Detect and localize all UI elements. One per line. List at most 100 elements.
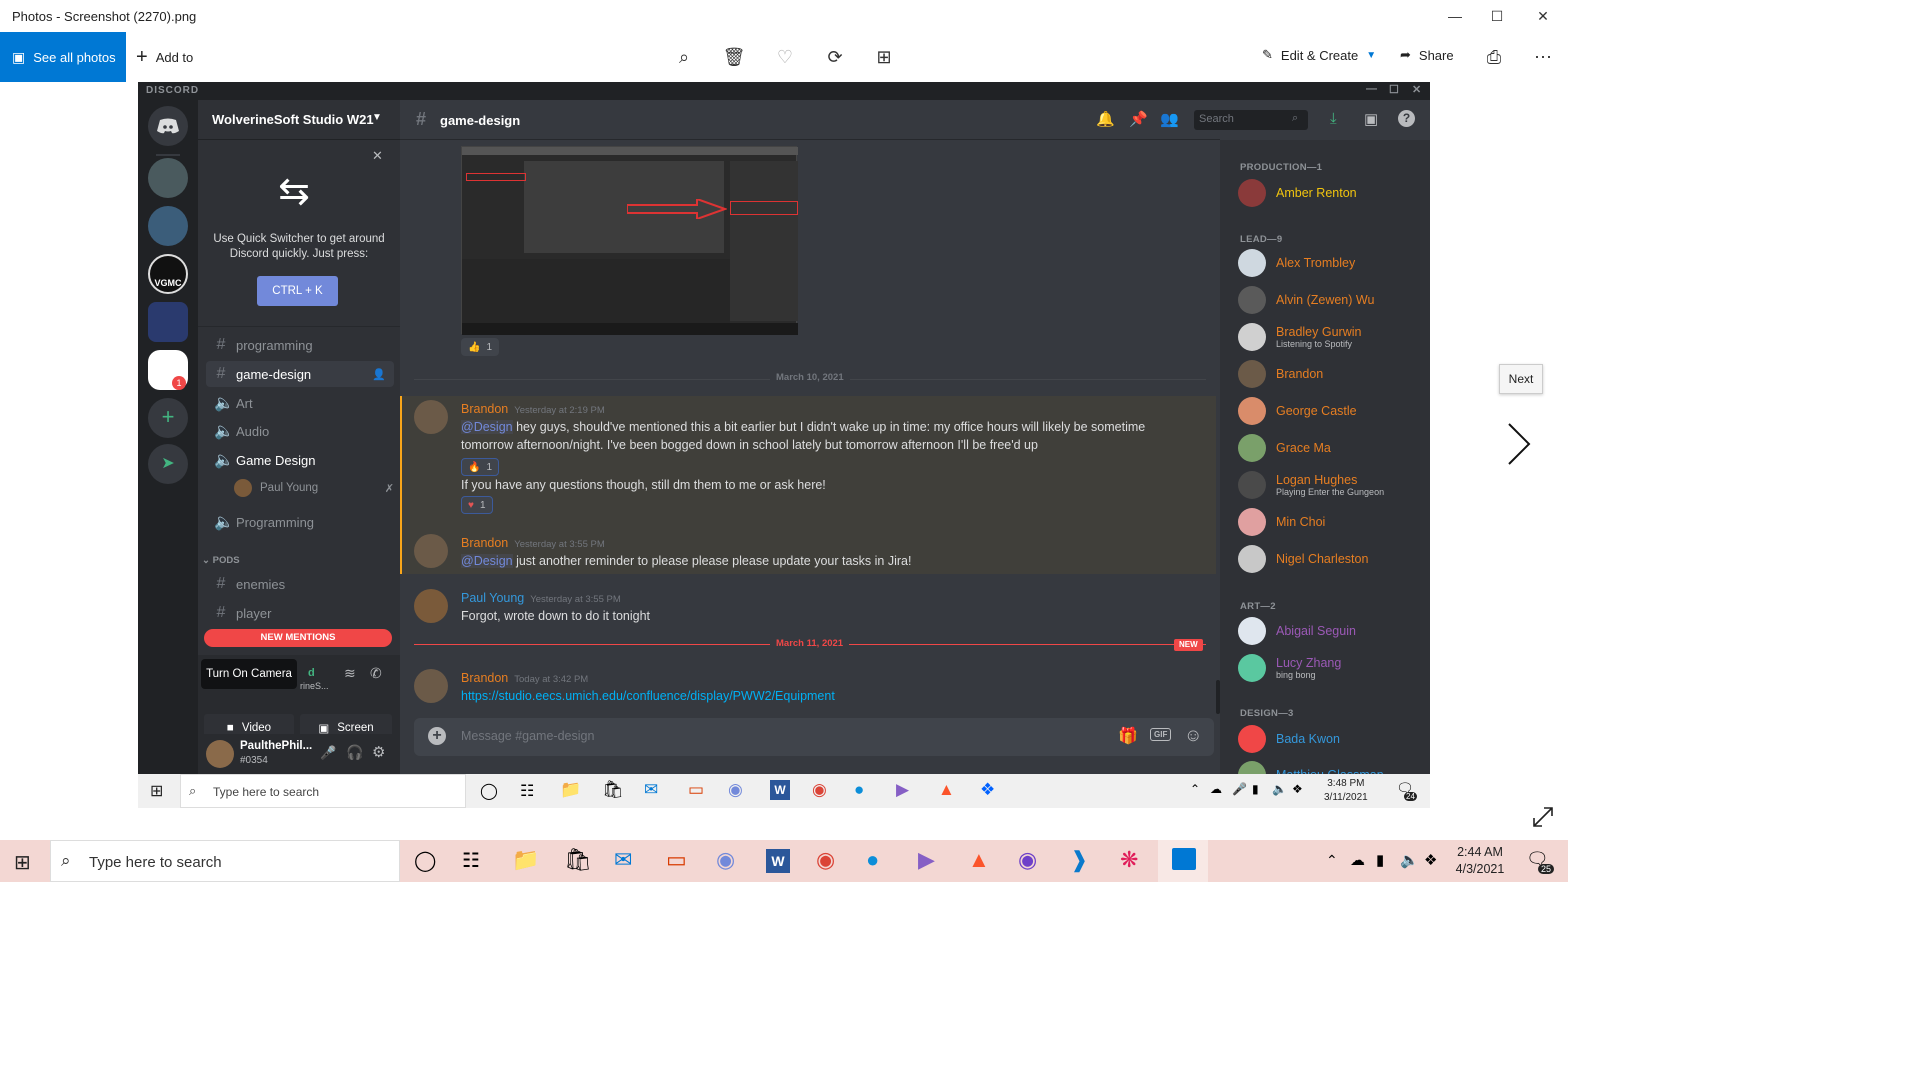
- word-icon[interactable]: W: [770, 780, 790, 800]
- share-button[interactable]: ➦ Share: [1400, 47, 1454, 63]
- edit-create-button[interactable]: ✎ Edit & Create ▼: [1262, 47, 1376, 63]
- word-icon[interactable]: W: [766, 849, 790, 873]
- taskbar-clock[interactable]: 2:44 AM 4/3/2021: [1452, 844, 1508, 878]
- task-view-icon[interactable]: ☷: [520, 781, 534, 801]
- server-icon-ws[interactable]: [148, 302, 188, 342]
- mail-icon[interactable]: ✉: [614, 847, 632, 873]
- store-icon[interactable]: 🛍: [564, 847, 592, 873]
- member-bada-kwon[interactable]: Bada Kwon: [1238, 722, 1340, 756]
- disconnect-icon[interactable]: ✆: [370, 665, 382, 682]
- minimize-button[interactable]: —: [1432, 4, 1478, 28]
- member-george-castle[interactable]: George Castle: [1238, 394, 1357, 428]
- gift-icon[interactable]: 🎁: [1118, 726, 1138, 746]
- close-button[interactable]: ✕: [1520, 4, 1566, 28]
- github-icon[interactable]: ◉: [1018, 847, 1037, 873]
- channel-audio[interactable]: 🔈 Audio: [206, 418, 394, 444]
- avatar[interactable]: [414, 400, 448, 434]
- avatar[interactable]: [414, 534, 448, 568]
- file-explorer-icon[interactable]: 📁: [560, 780, 581, 800]
- reaction-thumbs-up[interactable]: 👍 1: [461, 338, 500, 356]
- avatar[interactable]: [414, 589, 448, 623]
- discord-home-icon[interactable]: [148, 106, 188, 146]
- dropbox-tray-icon[interactable]: ❖: [1292, 782, 1303, 796]
- rotate-icon[interactable]: ⟳: [822, 44, 848, 70]
- message-author[interactable]: Brandon: [461, 536, 508, 550]
- category-pods[interactable]: ⌄ PODS: [202, 555, 240, 566]
- emoji-icon[interactable]: ☺: [1184, 725, 1202, 746]
- brave-icon[interactable]: ▲: [968, 847, 990, 873]
- shortcut-button[interactable]: CTRL + K: [257, 276, 338, 306]
- member-nigel-charleston[interactable]: Nigel Charleston: [1238, 542, 1368, 576]
- reaction-heart[interactable]: ♥ 1: [461, 496, 493, 514]
- store-icon[interactable]: 🛍: [602, 780, 624, 800]
- avatar[interactable]: [206, 740, 234, 768]
- minimize-icon[interactable]: —: [1366, 83, 1378, 95]
- member-alvin-wu[interactable]: Alvin (Zewen) Wu: [1238, 283, 1374, 317]
- reaction-fire[interactable]: 🔥 1: [461, 458, 500, 476]
- taskbar-search-box[interactable]: ⌕ Type here to search: [180, 774, 466, 808]
- inbox-icon[interactable]: ▣: [1364, 110, 1378, 128]
- chevron-up-icon[interactable]: ⌃: [1326, 852, 1338, 869]
- mic-icon[interactable]: 🎤: [1232, 782, 1247, 796]
- edge-icon[interactable]: ●: [854, 780, 864, 800]
- member-logan-hughes[interactable]: Logan Hughes Playing Enter the Gungeon: [1238, 468, 1384, 502]
- battery-icon[interactable]: ▮: [1252, 782, 1259, 796]
- print-icon[interactable]: ⎙: [1481, 44, 1507, 70]
- next-arrow-icon[interactable]: [1506, 422, 1532, 466]
- taskbar-clock[interactable]: 3:48 PM 3/11/2021: [1324, 777, 1368, 805]
- server-icon-1[interactable]: [148, 158, 188, 198]
- server-header[interactable]: WolverineSoft Studio W21 ▼: [198, 100, 400, 140]
- server-icon-vgmc[interactable]: VGMC: [148, 254, 188, 294]
- channel-art[interactable]: 🔈 Art: [206, 390, 394, 416]
- office-icon[interactable]: ▭: [666, 847, 687, 873]
- chrome-icon[interactable]: ◉: [812, 780, 827, 800]
- message-author[interactable]: Brandon: [461, 402, 508, 416]
- edge-icon[interactable]: ●: [866, 847, 879, 873]
- channel-game-design-voice[interactable]: 🔈 Game Design: [206, 447, 394, 473]
- windows-start-icon[interactable]: ⊞: [150, 781, 163, 801]
- slack-icon[interactable]: ❋: [1120, 847, 1138, 873]
- discord-taskbar-icon[interactable]: ◉: [728, 780, 743, 800]
- chrome-icon[interactable]: ◉: [816, 847, 835, 873]
- channel-programming[interactable]: # programming: [206, 332, 394, 358]
- zoom-in-icon[interactable]: ⌕: [671, 44, 697, 70]
- mention-design[interactable]: @Design: [461, 420, 513, 434]
- voice-user-paul-young[interactable]: Paul Young ✗: [234, 476, 394, 500]
- maximize-button[interactable]: ☐: [1474, 4, 1520, 28]
- photos-app-taskbar-button[interactable]: [1158, 840, 1208, 882]
- server-icon-2[interactable]: [148, 206, 188, 246]
- fullscreen-icon[interactable]: [1532, 806, 1554, 828]
- file-explorer-icon[interactable]: 📁: [512, 847, 539, 873]
- attached-image[interactable]: [461, 146, 798, 335]
- cortana-icon[interactable]: ◯: [480, 781, 498, 801]
- help-icon[interactable]: ?: [1398, 110, 1415, 127]
- visual-studio-icon[interactable]: ▶: [918, 847, 935, 873]
- crop-icon[interactable]: ⊞: [871, 44, 897, 70]
- gif-icon[interactable]: GIF: [1150, 728, 1172, 741]
- search-input[interactable]: Search ⌕: [1194, 110, 1308, 130]
- noise-suppression-icon[interactable]: ≋: [344, 665, 356, 682]
- headphones-icon[interactable]: 🎧: [346, 744, 363, 761]
- visual-studio-icon[interactable]: ▶: [896, 780, 909, 800]
- bell-icon[interactable]: 🔔: [1096, 110, 1115, 128]
- message-input-box[interactable]: + Message #game-design 🎁 GIF ☺: [414, 718, 1214, 756]
- member-lucy-zhang[interactable]: Lucy Zhang bing bong: [1238, 651, 1341, 685]
- message-author[interactable]: Paul Young: [461, 591, 524, 605]
- member-brandon[interactable]: Brandon: [1238, 357, 1323, 391]
- vscode-icon[interactable]: ❱: [1070, 847, 1088, 873]
- new-mentions-bar[interactable]: NEW MENTIONS: [204, 629, 392, 647]
- member-amber-renton[interactable]: Amber Renton: [1238, 176, 1357, 210]
- maximize-icon[interactable]: ☐: [1389, 83, 1400, 96]
- add-to-button[interactable]: + Add to: [136, 46, 193, 69]
- office-icon[interactable]: ▭: [688, 780, 704, 800]
- brave-icon[interactable]: ▲: [938, 780, 955, 800]
- add-server-icon[interactable]: +: [148, 398, 188, 438]
- member-alex-trombley[interactable]: Alex Trombley: [1238, 246, 1355, 280]
- message-author[interactable]: Brandon: [461, 671, 508, 685]
- member-min-choi[interactable]: Min Choi: [1238, 505, 1325, 539]
- member-abigail-seguin[interactable]: Abigail Seguin: [1238, 614, 1356, 648]
- cortana-icon[interactable]: ◯: [414, 848, 436, 873]
- discord-taskbar-icon[interactable]: ◉: [716, 847, 735, 873]
- battery-icon[interactable]: ▮: [1376, 851, 1384, 869]
- channel-game-design[interactable]: # game-design 👤: [206, 361, 394, 387]
